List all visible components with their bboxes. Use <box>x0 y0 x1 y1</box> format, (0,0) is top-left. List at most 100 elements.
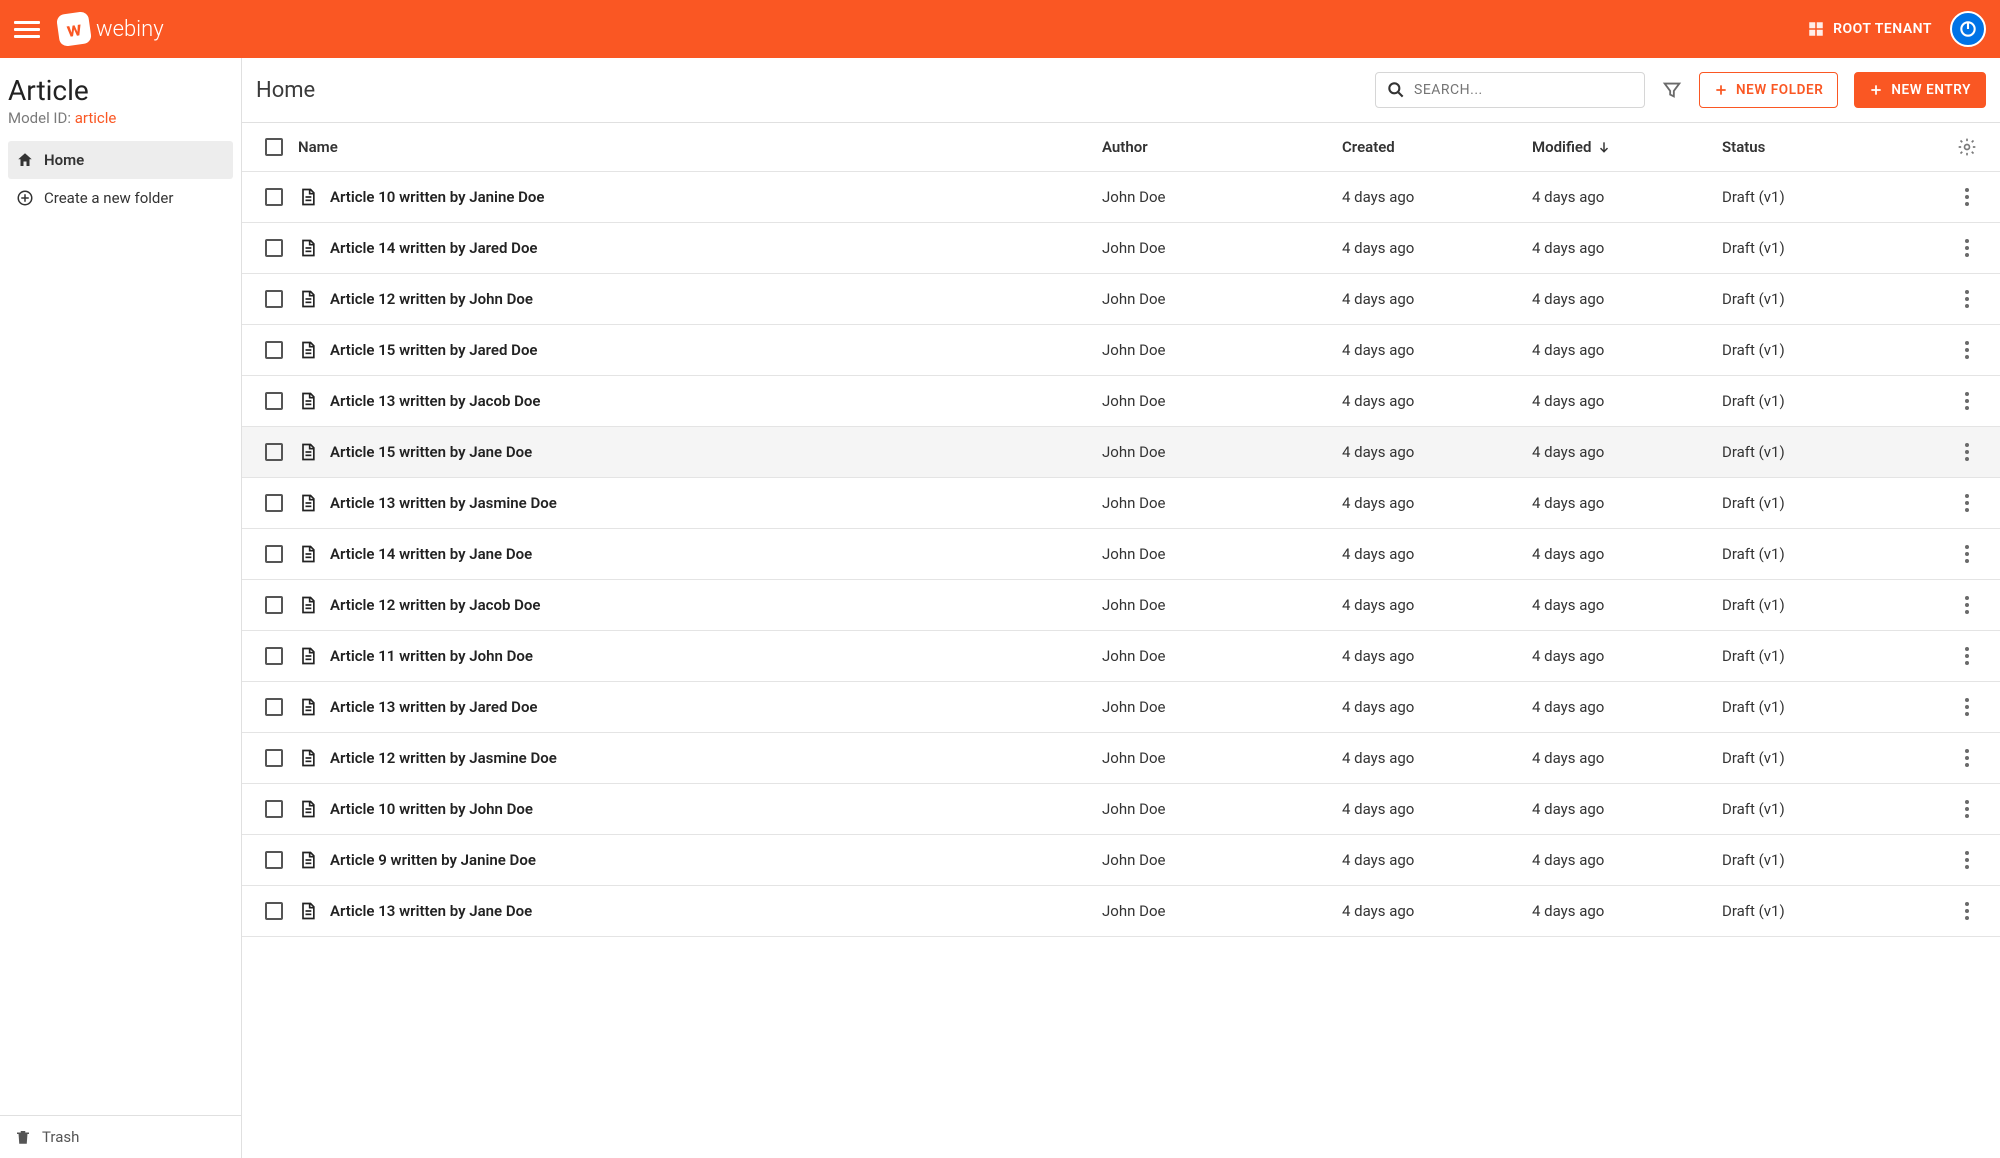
row-actions-icon[interactable] <box>1961 745 1973 771</box>
row-checkbox[interactable] <box>265 443 283 461</box>
header-right: ROOT TENANT <box>1807 11 1986 47</box>
cell-name: Article 15 written by Jane Doe <box>298 442 1102 462</box>
row-actions-icon[interactable] <box>1961 490 1973 516</box>
row-checkbox[interactable] <box>265 392 283 410</box>
new-folder-button[interactable]: NEW FOLDER <box>1699 72 1838 108</box>
cell-status: Draft (v1) <box>1722 188 1942 206</box>
cell-author: John Doe <box>1102 851 1342 869</box>
sidebar-item-trash[interactable]: Trash <box>0 1116 241 1158</box>
row-checkbox[interactable] <box>265 749 283 767</box>
select-all-checkbox[interactable] <box>265 138 283 156</box>
row-name: Article 13 written by Jared Doe <box>330 698 538 716</box>
table-row[interactable]: Article 10 written by John DoeJohn Doe4 … <box>242 784 2000 835</box>
cell-modified: 4 days ago <box>1532 749 1722 767</box>
col-modified-label: Modified <box>1532 138 1591 156</box>
table-row[interactable]: Article 14 written by Jane DoeJohn Doe4 … <box>242 529 2000 580</box>
table-row[interactable]: Article 12 written by John DoeJohn Doe4 … <box>242 274 2000 325</box>
table-row[interactable]: Article 11 written by John DoeJohn Doe4 … <box>242 631 2000 682</box>
row-actions-icon[interactable] <box>1961 337 1973 363</box>
cell-name: Article 9 written by Janine Doe <box>298 850 1102 870</box>
cell-status: Draft (v1) <box>1722 902 1942 920</box>
row-checkbox[interactable] <box>265 902 283 920</box>
document-icon <box>298 289 318 309</box>
tenant-switcher[interactable]: ROOT TENANT <box>1807 20 1932 38</box>
cell-name: Article 10 written by John Doe <box>298 799 1102 819</box>
cell-modified: 4 days ago <box>1532 392 1722 410</box>
cell-author: John Doe <box>1102 902 1342 920</box>
row-actions-icon[interactable] <box>1961 796 1973 822</box>
table-header: Name Author Created Modified Status <box>242 123 2000 172</box>
row-checkbox[interactable] <box>265 851 283 869</box>
cell-status: Draft (v1) <box>1722 698 1942 716</box>
table-row[interactable]: Article 13 written by Jared DoeJohn Doe4… <box>242 682 2000 733</box>
row-actions-icon[interactable] <box>1961 694 1973 720</box>
col-author[interactable]: Author <box>1102 138 1342 156</box>
cell-name: Article 12 written by Jasmine Doe <box>298 748 1102 768</box>
cell-modified: 4 days ago <box>1532 341 1722 359</box>
table-row[interactable]: Article 10 written by Janine DoeJohn Doe… <box>242 172 2000 223</box>
cell-author: John Doe <box>1102 800 1342 818</box>
row-checkbox[interactable] <box>265 698 283 716</box>
sidebar-item-create-folder[interactable]: Create a new folder <box>8 179 233 217</box>
menu-icon[interactable] <box>14 16 40 42</box>
table-row[interactable]: Article 13 written by Jasmine DoeJohn Do… <box>242 478 2000 529</box>
row-actions-icon[interactable] <box>1961 592 1973 618</box>
table-settings-icon[interactable] <box>1957 137 1977 157</box>
row-actions-icon[interactable] <box>1961 439 1973 465</box>
table-row[interactable]: Article 14 written by Jared DoeJohn Doe4… <box>242 223 2000 274</box>
row-checkbox[interactable] <box>265 596 283 614</box>
cell-author: John Doe <box>1102 341 1342 359</box>
col-modified[interactable]: Modified <box>1532 138 1722 156</box>
cell-modified: 4 days ago <box>1532 239 1722 257</box>
row-actions-icon[interactable] <box>1961 898 1973 924</box>
col-created[interactable]: Created <box>1342 138 1532 156</box>
row-checkbox[interactable] <box>265 494 283 512</box>
row-actions-icon[interactable] <box>1961 541 1973 567</box>
table-row[interactable]: Article 13 written by Jacob DoeJohn Doe4… <box>242 376 2000 427</box>
cell-modified: 4 days ago <box>1532 902 1722 920</box>
cell-status: Draft (v1) <box>1722 341 1942 359</box>
table-row[interactable]: Article 12 written by Jacob DoeJohn Doe4… <box>242 580 2000 631</box>
sidebar-item-home[interactable]: Home <box>8 141 233 179</box>
main: Home NEW FOLDER NEW ENTRY <box>242 58 2000 1158</box>
cell-created: 4 days ago <box>1342 443 1532 461</box>
row-actions-icon[interactable] <box>1961 235 1973 261</box>
cell-author: John Doe <box>1102 545 1342 563</box>
row-checkbox[interactable] <box>265 341 283 359</box>
cell-created: 4 days ago <box>1342 749 1532 767</box>
row-actions-icon[interactable] <box>1961 184 1973 210</box>
row-name: Article 13 written by Jasmine Doe <box>330 494 557 512</box>
user-avatar[interactable] <box>1950 11 1986 47</box>
cell-name: Article 14 written by Jane Doe <box>298 544 1102 564</box>
document-icon <box>298 901 318 921</box>
row-checkbox[interactable] <box>265 545 283 563</box>
row-actions-icon[interactable] <box>1961 388 1973 414</box>
search-input[interactable] <box>1414 82 1634 98</box>
row-checkbox[interactable] <box>265 239 283 257</box>
row-actions-icon[interactable] <box>1961 643 1973 669</box>
table-row[interactable]: Article 13 written by Jane DoeJohn Doe4 … <box>242 886 2000 937</box>
search-box[interactable] <box>1375 72 1645 108</box>
row-actions-icon[interactable] <box>1961 847 1973 873</box>
cell-name: Article 11 written by John Doe <box>298 646 1102 666</box>
document-icon <box>298 748 318 768</box>
cell-created: 4 days ago <box>1342 290 1532 308</box>
row-checkbox[interactable] <box>265 188 283 206</box>
row-checkbox[interactable] <box>265 800 283 818</box>
table-row[interactable]: Article 9 written by Janine DoeJohn Doe4… <box>242 835 2000 886</box>
table-row[interactable]: Article 15 written by Jane DoeJohn Doe4 … <box>242 427 2000 478</box>
table-row[interactable]: Article 15 written by Jared DoeJohn Doe4… <box>242 325 2000 376</box>
row-actions-icon[interactable] <box>1961 286 1973 312</box>
row-checkbox[interactable] <box>265 290 283 308</box>
col-name[interactable]: Name <box>298 138 1102 156</box>
sort-down-icon <box>1597 140 1611 154</box>
new-entry-button[interactable]: NEW ENTRY <box>1854 72 1986 108</box>
logo[interactable]: w webiny <box>58 13 164 45</box>
cell-created: 4 days ago <box>1342 341 1532 359</box>
logo-mark: w <box>56 11 92 47</box>
table-row[interactable]: Article 12 written by Jasmine DoeJohn Do… <box>242 733 2000 784</box>
col-status[interactable]: Status <box>1722 138 1942 156</box>
row-checkbox[interactable] <box>265 647 283 665</box>
filter-icon[interactable] <box>1661 79 1683 101</box>
cell-status: Draft (v1) <box>1722 749 1942 767</box>
